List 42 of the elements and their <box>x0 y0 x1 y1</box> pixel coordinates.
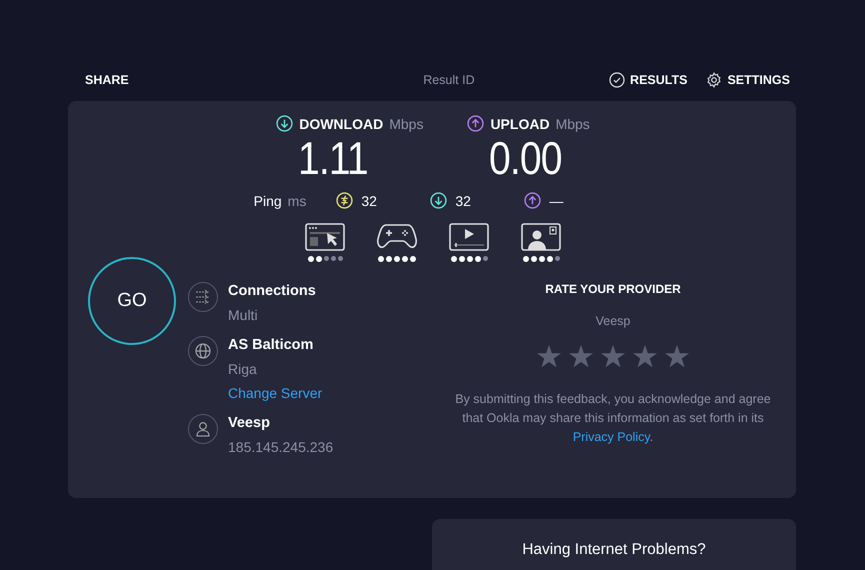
settings-link[interactable]: SETTINGS <box>727 73 790 87</box>
feedback-disclaimer: By submitting this feedback, you acknowledge and agree that Ookla may share this information as set forth in its Privacy Policy. <box>454 391 772 446</box>
info-title: Connections <box>228 282 316 300</box>
arrows-icon <box>195 290 211 304</box>
speed-label: UPLOAD <box>490 116 550 132</box>
provider-name: Veesp <box>596 314 630 328</box>
person-icon <box>195 421 211 437</box>
speed-value: 1.11 <box>298 132 369 184</box>
speed-unit: Mbps <box>389 116 424 132</box>
result-id: Result ID <box>423 73 475 87</box>
browser-cursor-icon <box>305 223 345 251</box>
ping-value: — <box>549 192 564 208</box>
check-circle-icon <box>609 72 626 88</box>
speed-unit: Mbps <box>556 116 590 132</box>
settings-icon <box>706 72 722 88</box>
privacy-policy-link[interactable]: Privacy Policy <box>572 430 650 444</box>
info-title: AS Balticom <box>228 336 314 354</box>
info-title: Veesp <box>228 414 271 432</box>
gamepad-icon <box>376 223 418 251</box>
video-player-icon <box>449 223 489 251</box>
speed-value: 0.00 <box>489 132 564 184</box>
star-icon[interactable] <box>665 345 689 368</box>
ping-label: Ping <box>254 192 282 208</box>
star-icon[interactable] <box>569 345 593 368</box>
star-icon[interactable] <box>633 345 657 368</box>
video-call-icon <box>521 223 561 251</box>
ping-unit: ms <box>288 192 306 208</box>
globe-icon <box>195 343 211 359</box>
star-icon[interactable] <box>601 345 625 368</box>
info-detail: 185.145.245.236 <box>228 438 334 456</box>
rating-title: RATE YOUR PROVIDER <box>545 282 681 296</box>
go-button[interactable]: GO <box>88 257 176 345</box>
ping-value: 32 <box>361 192 377 208</box>
share-link[interactable]: SHARE <box>85 73 129 87</box>
star-icon[interactable] <box>537 345 561 368</box>
info-detail: Riga <box>228 360 258 378</box>
help-title: Having Internet Problems? <box>522 541 706 560</box>
ping-value: 32 <box>455 192 471 208</box>
speed-label: DOWNLOAD <box>299 116 384 132</box>
info-detail: Multi <box>228 306 259 324</box>
change-server-link[interactable]: Change Server <box>228 384 322 402</box>
results-link[interactable]: RESULTS <box>630 73 688 87</box>
